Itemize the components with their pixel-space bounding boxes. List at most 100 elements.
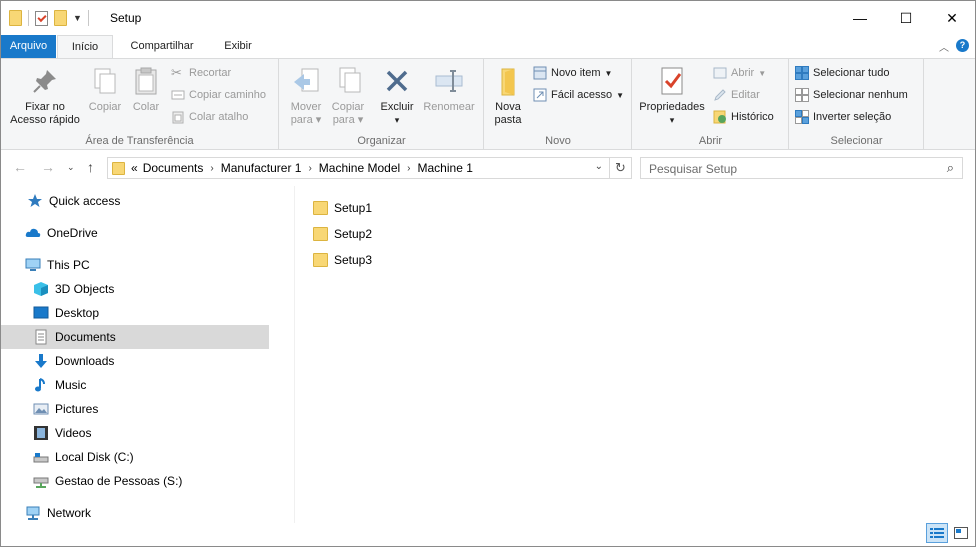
easy-access-button[interactable]: Fácil acesso ▼ <box>533 88 624 102</box>
nav-label: Gestao de Pessoas (S:) <box>55 474 183 488</box>
history-button[interactable]: Histórico <box>713 110 774 124</box>
close-button[interactable]: ✕ <box>929 1 975 35</box>
new-folder-icon[interactable] <box>54 10 67 26</box>
select-all-button[interactable]: Selecionar tudo <box>795 66 889 80</box>
open-button[interactable]: Abrir ▼ <box>713 66 766 80</box>
invert-selection-icon <box>795 110 809 124</box>
easy-access-icon <box>533 88 547 102</box>
forward-arrow-icon[interactable]: → <box>41 159 55 175</box>
breadcrumb-machine[interactable]: Machine 1 <box>418 161 473 175</box>
search-input[interactable]: Pesquisar Setup ⌕ <box>640 157 963 179</box>
properties-icon[interactable] <box>35 10 48 26</box>
new-item-icon <box>533 66 547 80</box>
breadcrumb-chevron-icon[interactable]: › <box>210 163 213 174</box>
address-bar[interactable]: « Documents › Manufacturer 1 › Machine M… <box>107 157 632 179</box>
copy-to-label-line2: para <box>332 114 355 126</box>
rename-button[interactable]: Renomear <box>420 65 478 114</box>
new-folder-label: Nova <box>495 101 521 113</box>
nav-item-pictures[interactable]: Pictures <box>1 397 269 421</box>
scissors-icon: ✂ <box>171 65 182 80</box>
breadcrumb-machine-model[interactable]: Machine Model <box>319 161 400 175</box>
download-arrow-icon <box>33 353 49 369</box>
nav-label: OneDrive <box>47 226 98 240</box>
new-folder-button[interactable]: Nova pasta <box>489 65 527 127</box>
address-history-dropdown-icon[interactable]: ⌄ <box>595 161 603 172</box>
new-item-button[interactable]: Novo item ▼ <box>533 66 612 80</box>
new-group: Nova pasta Novo item ▼ Fácil acesso ▼ No… <box>485 59 632 150</box>
nav-label: Videos <box>55 426 92 440</box>
cut-button[interactable]: ✂ Recortar <box>171 66 231 80</box>
folder-name: Setup2 <box>334 227 373 241</box>
help-icon[interactable]: ? <box>956 39 969 52</box>
nav-label: Downloads <box>55 354 115 368</box>
breadcrumb-chevron-icon[interactable]: › <box>407 163 410 174</box>
details-view-icon[interactable] <box>926 523 948 543</box>
search-icon[interactable]: ⌕ <box>947 160 954 176</box>
move-to-label-line2: para <box>290 114 313 126</box>
copy-path-button[interactable]: Copiar caminho <box>171 88 266 102</box>
breadcrumb-documents[interactable]: Documents <box>143 161 204 175</box>
properties-dropdown-icon[interactable]: ▾ <box>635 114 709 127</box>
delete-dropdown-icon[interactable]: ▾ <box>376 114 418 127</box>
customize-toolbar-dropdown-icon[interactable]: ▼ <box>73 13 82 23</box>
move-to-icon <box>290 65 322 97</box>
list-item-folder[interactable]: Setup1 <box>313 197 372 219</box>
back-arrow-icon[interactable]: ← <box>13 159 27 175</box>
paste-shortcut-button[interactable]: Colar atalho <box>171 110 248 124</box>
breadcrumb-manufacturer[interactable]: Manufacturer 1 <box>221 161 302 175</box>
properties-button[interactable]: Propriedades ▾ <box>635 65 709 127</box>
status-bar <box>1 523 975 546</box>
pin-icon <box>29 65 61 97</box>
recent-locations-chevron-icon[interactable]: ⌄ <box>67 162 75 173</box>
copy-to-button[interactable]: Copiar para ▾ <box>328 65 368 127</box>
open-icon <box>713 66 727 80</box>
nav-item-quick-access[interactable]: Quick access <box>1 189 269 213</box>
tab-view[interactable]: Exibir <box>213 35 263 58</box>
nav-item-onedrive[interactable]: OneDrive <box>1 221 269 245</box>
select-none-button[interactable]: Selecionar nenhum <box>795 88 908 102</box>
rename-icon <box>433 65 465 97</box>
open-group: Propriedades ▾ Abrir ▼ Editar Histórico … <box>633 59 789 150</box>
nav-label: Music <box>55 378 87 392</box>
copy-path-label: Copiar caminho <box>189 89 267 101</box>
nav-item-this-pc[interactable]: This PC <box>1 253 269 277</box>
delete-button[interactable]: Excluir ▾ <box>376 65 418 127</box>
address-folder-icon <box>112 161 125 175</box>
nav-item-desktop[interactable]: Desktop <box>1 301 269 325</box>
large-icons-view-icon[interactable] <box>950 523 972 543</box>
nav-label: Documents <box>55 330 116 344</box>
title-bar: ▼ Setup — ☐ ✕ <box>1 1 975 35</box>
breadcrumb-overflow[interactable]: « <box>131 161 138 175</box>
collapse-ribbon-icon[interactable]: ︿ <box>939 39 949 54</box>
refresh-icon[interactable]: ↻ <box>609 158 631 178</box>
nav-item-local-disk[interactable]: Local Disk (C:) <box>1 445 269 469</box>
list-item-folder[interactable]: Setup2 <box>313 223 372 245</box>
pin-to-quick-access-button[interactable]: Fixar no Acesso rápido <box>5 65 85 127</box>
delete-x-icon <box>381 65 413 97</box>
nav-item-downloads[interactable]: Downloads <box>1 349 269 373</box>
nav-item-videos[interactable]: Videos <box>1 421 269 445</box>
new-folder-label-2: pasta <box>494 114 522 126</box>
tab-home[interactable]: Início <box>57 35 113 58</box>
list-item-folder[interactable]: Setup3 <box>313 249 372 271</box>
breadcrumb-chevron-icon[interactable]: › <box>308 163 311 174</box>
nav-item-music[interactable]: Music <box>1 373 269 397</box>
invert-selection-button[interactable]: Inverter seleção <box>795 110 891 124</box>
minimize-button[interactable]: — <box>837 1 883 35</box>
nav-item-documents[interactable]: Documents <box>1 325 269 349</box>
nav-item-network[interactable]: Network <box>1 501 269 525</box>
tab-share[interactable]: Compartilhar <box>119 35 205 58</box>
nav-label: Network <box>47 506 92 520</box>
maximize-button[interactable]: ☐ <box>883 1 929 35</box>
nav-item-network-drive[interactable]: Gestao de Pessoas (S:) <box>1 469 269 493</box>
copy-to-icon <box>332 65 364 97</box>
nav-item-3d-objects[interactable]: 3D Objects <box>1 277 269 301</box>
tab-file[interactable]: Arquivo <box>1 35 56 58</box>
folder-icon <box>313 201 328 215</box>
copy-path-icon <box>171 88 185 102</box>
copy-button[interactable]: Copiar <box>85 65 125 114</box>
up-arrow-icon[interactable]: ↑ <box>87 159 94 175</box>
paste-button[interactable]: Colar <box>127 65 165 114</box>
move-to-button[interactable]: Mover para ▾ <box>286 65 326 127</box>
edit-button[interactable]: Editar <box>713 88 760 102</box>
